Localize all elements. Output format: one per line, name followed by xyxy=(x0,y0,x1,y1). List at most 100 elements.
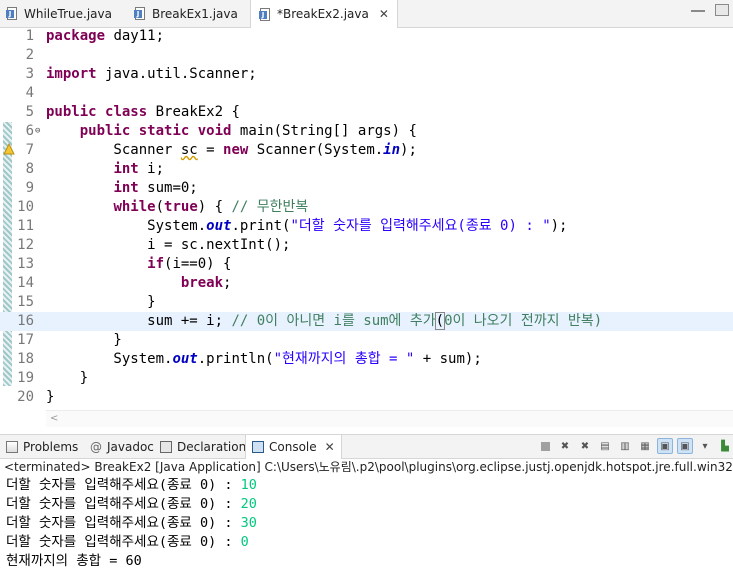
tab-label: WhileTrue.java xyxy=(24,6,112,21)
code-line[interactable]: 17 } xyxy=(0,331,733,350)
tab-problems[interactable]: Problems xyxy=(6,435,78,458)
code-token: i = sc.nextInt(); xyxy=(46,237,291,253)
code-token: sum += i; xyxy=(46,313,232,329)
line-number: 14 xyxy=(17,275,34,291)
code-token: while xyxy=(113,199,156,215)
code-text: i = sc.nextInt(); xyxy=(46,236,290,255)
code-text: import java.util.Scanner; xyxy=(46,65,257,84)
code-line[interactable]: 19 } xyxy=(0,369,733,388)
code-token: } xyxy=(46,370,89,386)
code-token: main(String[] args) { xyxy=(231,123,417,139)
code-editor[interactable]: 1 package day11; 2 3 import java.util.Scanne… xyxy=(0,28,733,410)
code-token: .println( xyxy=(197,351,274,367)
code-line[interactable]: 1 package day11; xyxy=(0,27,733,46)
window-controls xyxy=(691,4,729,16)
tab-breakex2-java[interactable]: J *BreakEx2.java ✕ xyxy=(250,0,398,28)
code-token: public xyxy=(46,104,97,120)
code-token: "더할 숫자를 입력해주세요(종료 0) : " xyxy=(290,218,551,234)
word-wrap-icon[interactable]: ▦ xyxy=(637,438,653,454)
console-input-value: 10 xyxy=(240,477,257,493)
line-number: 5 xyxy=(25,104,34,120)
code-line[interactable]: 15 } xyxy=(0,293,733,312)
code-line[interactable]: 10 while(true) { // 무한반복 xyxy=(0,198,733,217)
line-number: 4 xyxy=(25,85,34,101)
console-line: 더할 숫자를 입력해주세요(종료 0) : 10 xyxy=(6,476,257,495)
code-text: } xyxy=(46,369,88,388)
clear-console-icon[interactable]: ▤ xyxy=(597,438,613,454)
tab-whiletrue-java[interactable]: J WhileTrue.java xyxy=(6,0,112,27)
tab-javadoc[interactable]: @ Javadoc xyxy=(90,435,154,458)
remove-launch-icon[interactable]: ✖ xyxy=(557,438,573,454)
code-token: out xyxy=(206,218,232,234)
code-line[interactable]: 2 xyxy=(0,46,733,65)
code-token: public xyxy=(79,123,131,139)
line-number: 19 xyxy=(17,370,34,386)
code-token: true xyxy=(164,199,198,215)
code-token: import xyxy=(46,66,97,82)
minimize-button[interactable] xyxy=(691,4,705,12)
code-line[interactable]: 5 public class BreakEx2 { xyxy=(0,103,733,122)
code-token: BreakEx2 { xyxy=(147,104,240,120)
view-tab-bar: Problems @ Javadoc Declaration Console ✕… xyxy=(0,434,733,459)
code-text: System.out.print("더할 숫자를 입력해주세요(종료 0) : … xyxy=(46,217,567,236)
code-text: System.out.println("현재까지의 총합 = " + sum); xyxy=(46,350,481,369)
code-text: public class BreakEx2 { xyxy=(46,103,240,122)
pin-console-icon[interactable]: ▾ xyxy=(697,438,713,454)
code-line[interactable]: 11 System.out.print("더할 숫자를 입력해주세요(종료 0)… xyxy=(0,217,733,236)
code-token: ); xyxy=(550,218,568,234)
code-line[interactable]: 3 import java.util.Scanner; xyxy=(0,65,733,84)
close-icon[interactable]: ✕ xyxy=(379,7,389,21)
code-line[interactable]: 16 sum += i; // 0이 아니면 i를 sum에 추가(0이 나오기… xyxy=(0,312,733,331)
code-line[interactable]: 7 Scanner sc = new Scanner(System.in); xyxy=(0,141,733,160)
code-token: int xyxy=(113,180,139,196)
code-text: package day11; xyxy=(46,27,164,46)
code-token: // 0이 아니면 i를 sum에 추가 xyxy=(231,313,436,329)
code-text: int i; xyxy=(46,160,164,179)
close-icon[interactable]: ✕ xyxy=(325,440,335,454)
code-line[interactable]: 14 break; xyxy=(0,274,733,293)
code-text: if(i==0) { xyxy=(46,255,231,274)
code-line[interactable]: 9 int sum=0; xyxy=(0,179,733,198)
tab-breakex1-java[interactable]: J BreakEx1.java xyxy=(134,0,238,27)
code-token: void xyxy=(197,123,232,139)
maximize-button[interactable] xyxy=(715,4,729,16)
horizontal-scrollbar[interactable]: < xyxy=(46,410,733,427)
code-token: = xyxy=(197,142,224,158)
code-line[interactable]: 12 i = sc.nextInt(); xyxy=(0,236,733,255)
code-line[interactable]: 8 int i; xyxy=(0,160,733,179)
fold-toggle-icon[interactable]: ⊖ xyxy=(35,122,40,141)
console-status: <terminated> BreakEx2 [Java Application]… xyxy=(4,460,733,474)
tab-console[interactable]: Console ✕ xyxy=(245,435,342,459)
code-token: sc xyxy=(180,142,198,158)
code-token: package xyxy=(46,28,106,44)
terminate-icon[interactable] xyxy=(537,438,553,454)
code-line[interactable]: 13 if(i==0) { xyxy=(0,255,733,274)
scroll-lock-icon[interactable]: ▥ xyxy=(617,438,633,454)
code-line[interactable]: 18 System.out.println("현재까지의 총합 = " + su… xyxy=(0,350,733,369)
show-on-stdout-icon[interactable]: ▣ xyxy=(657,438,673,454)
line-number: 10 xyxy=(17,199,34,215)
code-text: } xyxy=(46,331,121,350)
code-text: sum += i; // 0이 아니면 i를 sum에 추가(0이 나오기 전까… xyxy=(46,312,602,331)
line-number: 17 xyxy=(17,332,34,348)
code-token: ) { xyxy=(197,199,232,215)
java-file-icon: J xyxy=(259,7,272,21)
tab-label: Console xyxy=(269,440,317,454)
line-number: 12 xyxy=(17,237,34,253)
show-on-stderr-icon[interactable]: ▣ xyxy=(677,438,693,454)
console-output[interactable]: 더할 숫자를 입력해주세요(종료 0) : 10 더할 숫자를 입력해주세요(종료… xyxy=(6,476,257,571)
remove-all-launches-icon[interactable]: ✖ xyxy=(577,438,593,454)
code-text: } xyxy=(46,293,155,312)
code-line[interactable]: 20} xyxy=(0,388,733,407)
code-line[interactable]: 4 xyxy=(0,84,733,103)
code-token: } xyxy=(46,389,55,405)
tab-declaration[interactable]: Declaration xyxy=(160,435,246,458)
open-console-icon[interactable]: ▙ xyxy=(717,438,733,454)
code-text: public static void main(String[] args) { xyxy=(46,122,417,141)
scroll-left-icon[interactable]: < xyxy=(50,413,58,424)
code-token: i; xyxy=(138,161,165,177)
code-line[interactable]: 6 ⊖ public static void main(String[] args… xyxy=(0,122,733,141)
